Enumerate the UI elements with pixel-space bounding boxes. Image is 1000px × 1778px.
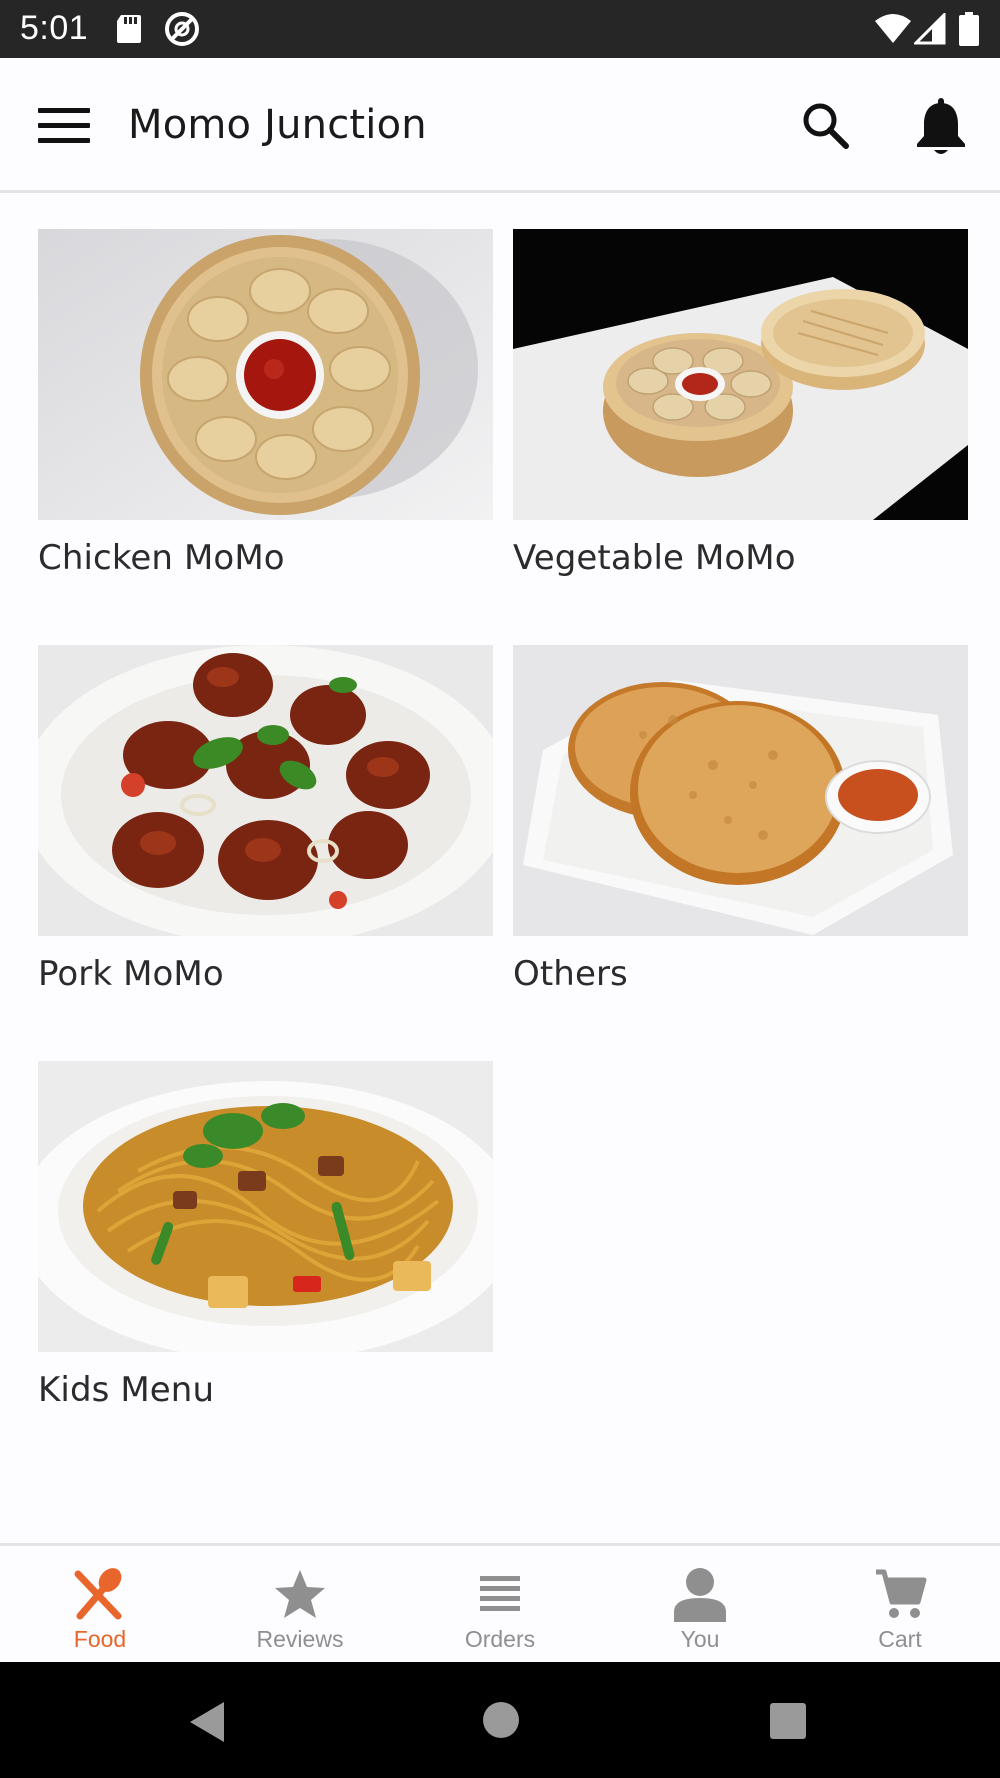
back-icon: [190, 1702, 224, 1742]
home-button[interactable]: [482, 1701, 520, 1744]
notifications-button[interactable]: [912, 96, 970, 158]
category-card-others[interactable]: Others: [513, 645, 968, 994]
search-button[interactable]: [798, 98, 854, 154]
status-time: 5:01: [20, 9, 89, 47]
search-icon: [803, 103, 849, 149]
nav-food[interactable]: Food: [0, 1546, 200, 1662]
fork-spoon-icon: [74, 1568, 122, 1620]
nav-label: You: [680, 1626, 720, 1652]
category-card-chicken-momo[interactable]: Chicken MoMo: [38, 229, 493, 578]
cart-icon: [876, 1569, 927, 1618]
nav-label: Reviews: [256, 1626, 344, 1652]
signal-icon: [914, 0, 946, 58]
chicken-momo-image: [38, 229, 493, 520]
category-card-vegetable-momo[interactable]: Vegetable MoMo: [513, 229, 968, 578]
category-card-kids-menu[interactable]: Kids Menu: [38, 1061, 493, 1410]
sd-card-icon: [115, 0, 143, 58]
bell-icon: [917, 98, 965, 154]
system-navigation-bar: [0, 1662, 1000, 1778]
menu-button[interactable]: [38, 108, 90, 144]
category-label: Pork MoMo: [38, 954, 224, 994]
kids-menu-image: [38, 1061, 493, 1352]
category-label: Vegetable MoMo: [513, 538, 796, 578]
category-label: Others: [513, 954, 628, 994]
list-icon: [480, 1576, 520, 1611]
wifi-icon: [873, 0, 913, 58]
person-icon: [674, 1568, 726, 1622]
app-title: Momo Junction: [128, 102, 427, 148]
nav-label: Orders: [464, 1626, 536, 1652]
nav-label: Food: [73, 1626, 127, 1652]
app-bar: Momo Junction: [0, 58, 1000, 193]
home-icon: [483, 1702, 519, 1738]
category-label: Kids Menu: [38, 1370, 215, 1410]
recents-button[interactable]: [769, 1702, 807, 1745]
pork-momo-image: [38, 645, 493, 936]
nav-cart[interactable]: Cart: [800, 1546, 1000, 1662]
battery-icon: [958, 0, 980, 58]
data-saver-icon: [163, 0, 201, 58]
recents-icon: [770, 1703, 806, 1739]
nav-reviews[interactable]: Reviews: [200, 1546, 400, 1662]
category-card-pork-momo[interactable]: Pork MoMo: [38, 645, 493, 994]
vegetable-momo-image: [513, 229, 968, 520]
category-label: Chicken MoMo: [38, 538, 285, 578]
star-icon: [275, 1570, 325, 1618]
nav-label: Cart: [878, 1626, 922, 1652]
others-image: [513, 645, 968, 936]
bottom-navigation: Food Reviews Orders You Cart: [0, 1543, 1000, 1662]
back-button[interactable]: [188, 1700, 228, 1749]
nav-orders[interactable]: Orders: [400, 1546, 600, 1662]
nav-you[interactable]: You: [600, 1546, 800, 1662]
menu-icon: [38, 108, 90, 113]
status-bar: 5:01: [0, 0, 1000, 58]
